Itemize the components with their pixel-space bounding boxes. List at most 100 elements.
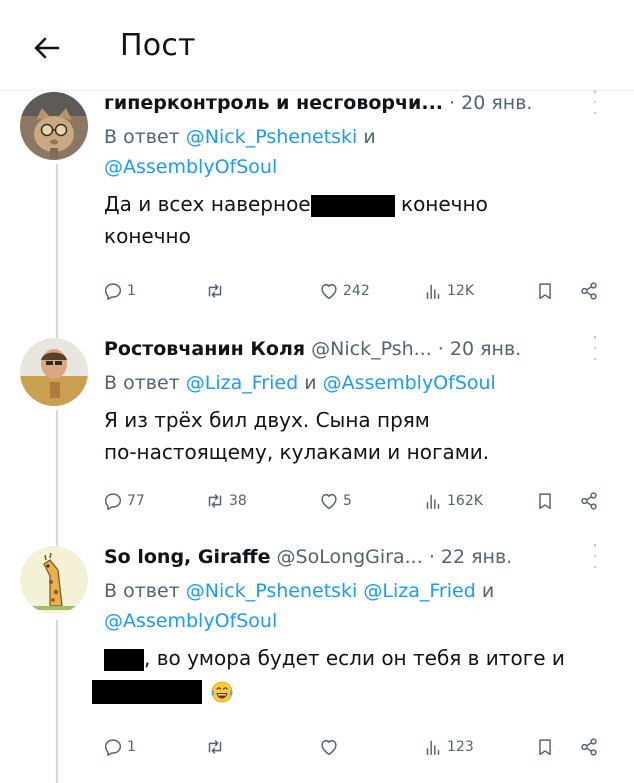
author-handle[interactable]: @Nick_Psh...	[311, 338, 432, 360]
reply-icon	[102, 280, 124, 302]
bookmark-button[interactable]	[534, 280, 556, 302]
view-count: 162K	[447, 493, 483, 509]
post-text-part: Да и всех наверное	[104, 192, 311, 216]
bookmark-icon	[534, 490, 556, 512]
like-button[interactable]: 242	[318, 280, 370, 302]
views-button[interactable]: 162K	[422, 490, 483, 512]
share-icon	[578, 736, 600, 758]
bookmark-button[interactable]	[534, 490, 556, 512]
reply-to: В ответ @Nick_Pshenetski @Liza_Fried и @…	[104, 576, 616, 636]
redaction-box	[310, 194, 395, 217]
post-text: Я из трёх бил двух. Сына прям по-настоящ…	[104, 404, 616, 468]
action-bar: 1 123	[104, 736, 620, 762]
avatar[interactable]	[20, 92, 88, 160]
reply-count: 1	[127, 739, 136, 755]
avatar[interactable]	[20, 338, 88, 406]
redaction-box	[104, 648, 144, 671]
post[interactable]: Ростовчанин Коля @Nick_Psh... · 20 янв. …	[0, 336, 634, 528]
reply-button[interactable]: 1	[102, 736, 136, 758]
post-time[interactable]: 22 янв.	[441, 546, 512, 568]
share-button[interactable]	[578, 736, 600, 758]
reply-button[interactable]: 77	[102, 490, 145, 512]
avatar[interactable]	[20, 546, 88, 614]
like-button[interactable]	[318, 736, 343, 758]
more-options-icon[interactable]	[592, 90, 598, 114]
post-time[interactable]: 20 янв.	[461, 92, 532, 114]
bar-chart-icon	[422, 280, 444, 302]
post[interactable]: гиперконтроль и несговорчи... · 20 янв. …	[0, 90, 634, 322]
action-bar: 77 38 5 162K	[104, 490, 620, 516]
share-icon	[578, 490, 600, 512]
post-text-part: конечно	[104, 224, 191, 248]
view-count: 12K	[447, 283, 474, 299]
post-time[interactable]: 20 янв.	[450, 338, 521, 360]
bookmark-icon	[534, 736, 556, 758]
like-count: 5	[343, 493, 352, 509]
bar-chart-icon	[422, 490, 444, 512]
bookmark-icon	[534, 280, 556, 302]
tears-of-joy-emoji-icon	[211, 681, 233, 702]
mention-link[interactable]: @AssemblyOfSoul	[104, 156, 277, 178]
reply-prefix: В ответ	[104, 372, 180, 394]
more-options-icon[interactable]	[592, 336, 598, 360]
separator-dot: ·	[428, 546, 435, 568]
repost-button[interactable]	[204, 736, 229, 758]
mention-link[interactable]: @AssemblyOfSoul	[104, 610, 277, 632]
repost-button[interactable]: 38	[204, 490, 247, 512]
mention-link[interactable]: @Liza_Fried	[186, 372, 298, 394]
post-text-part: Я из трёх бил двух. Сына прям	[104, 408, 430, 432]
post-text: Да и всех наверное конечно конечно	[104, 188, 616, 252]
post-text-part: по-настоящему, кулаками и ногами.	[104, 440, 490, 464]
author-handle[interactable]: @SoLongGira...	[277, 546, 423, 568]
bookmark-button[interactable]	[534, 736, 556, 758]
repost-icon	[204, 736, 226, 758]
share-icon	[578, 280, 600, 302]
views-button[interactable]: 123	[422, 736, 474, 758]
reply-count: 77	[127, 493, 145, 509]
reply-prefix: В ответ	[104, 580, 180, 602]
reply-to: В ответ @Nick_Pshenetski и @AssemblyOfSo…	[104, 122, 616, 182]
post-text: , во умора будет если он тебя в итоге и	[92, 642, 616, 706]
repost-count: 38	[229, 493, 247, 509]
mention-link[interactable]: @Liza_Fried	[363, 580, 475, 602]
mention-link[interactable]: @AssemblyOfSoul	[323, 372, 496, 394]
view-count: 123	[447, 739, 474, 755]
heart-icon	[318, 280, 340, 302]
post[interactable]: So long, Giraffe @SoLongGira... · 22 янв…	[0, 544, 634, 783]
heart-icon	[318, 490, 340, 512]
repost-button[interactable]	[204, 280, 229, 302]
reply-icon	[102, 490, 124, 512]
mention-link[interactable]: @Nick_Pshenetski	[186, 580, 358, 602]
reply-to: В ответ @Liza_Fried и @AssemblyOfSoul	[104, 368, 616, 398]
mention-link[interactable]: @Nick_Pshenetski	[186, 126, 358, 148]
share-button[interactable]	[578, 280, 600, 302]
bar-chart-icon	[422, 736, 444, 758]
page-title: Пост	[120, 28, 196, 63]
author-name[interactable]: So long, Giraffe	[104, 546, 270, 568]
author-name[interactable]: гиперконтроль и несговорчи...	[104, 92, 443, 114]
redaction-box	[92, 679, 202, 704]
like-button[interactable]: 5	[318, 490, 352, 512]
post-text-part: , во умора будет если он тебя в итоге и	[144, 646, 565, 670]
reply-count: 1	[127, 283, 136, 299]
repost-icon	[204, 280, 226, 302]
separator-dot: ·	[449, 92, 456, 114]
reply-button[interactable]: 1	[102, 280, 136, 302]
action-bar: 1 242 12K	[104, 280, 620, 306]
separator-dot: ·	[437, 338, 444, 360]
views-button[interactable]: 12K	[422, 280, 474, 302]
reply-conjunction: и	[481, 580, 495, 602]
heart-icon	[318, 736, 340, 758]
repost-icon	[204, 490, 226, 512]
reply-conjunction: и	[363, 126, 376, 148]
reply-conjunction: и	[304, 372, 317, 394]
more-options-icon[interactable]	[592, 544, 598, 568]
reply-prefix: В ответ	[104, 126, 180, 148]
author-name[interactable]: Ростовчанин Коля	[104, 338, 305, 360]
back-arrow-icon[interactable]	[28, 30, 64, 66]
reply-icon	[102, 736, 124, 758]
share-button[interactable]	[578, 490, 600, 512]
post-text-part: конечно	[400, 192, 488, 216]
top-bar: Пост	[0, 0, 634, 91]
like-count: 242	[343, 283, 370, 299]
